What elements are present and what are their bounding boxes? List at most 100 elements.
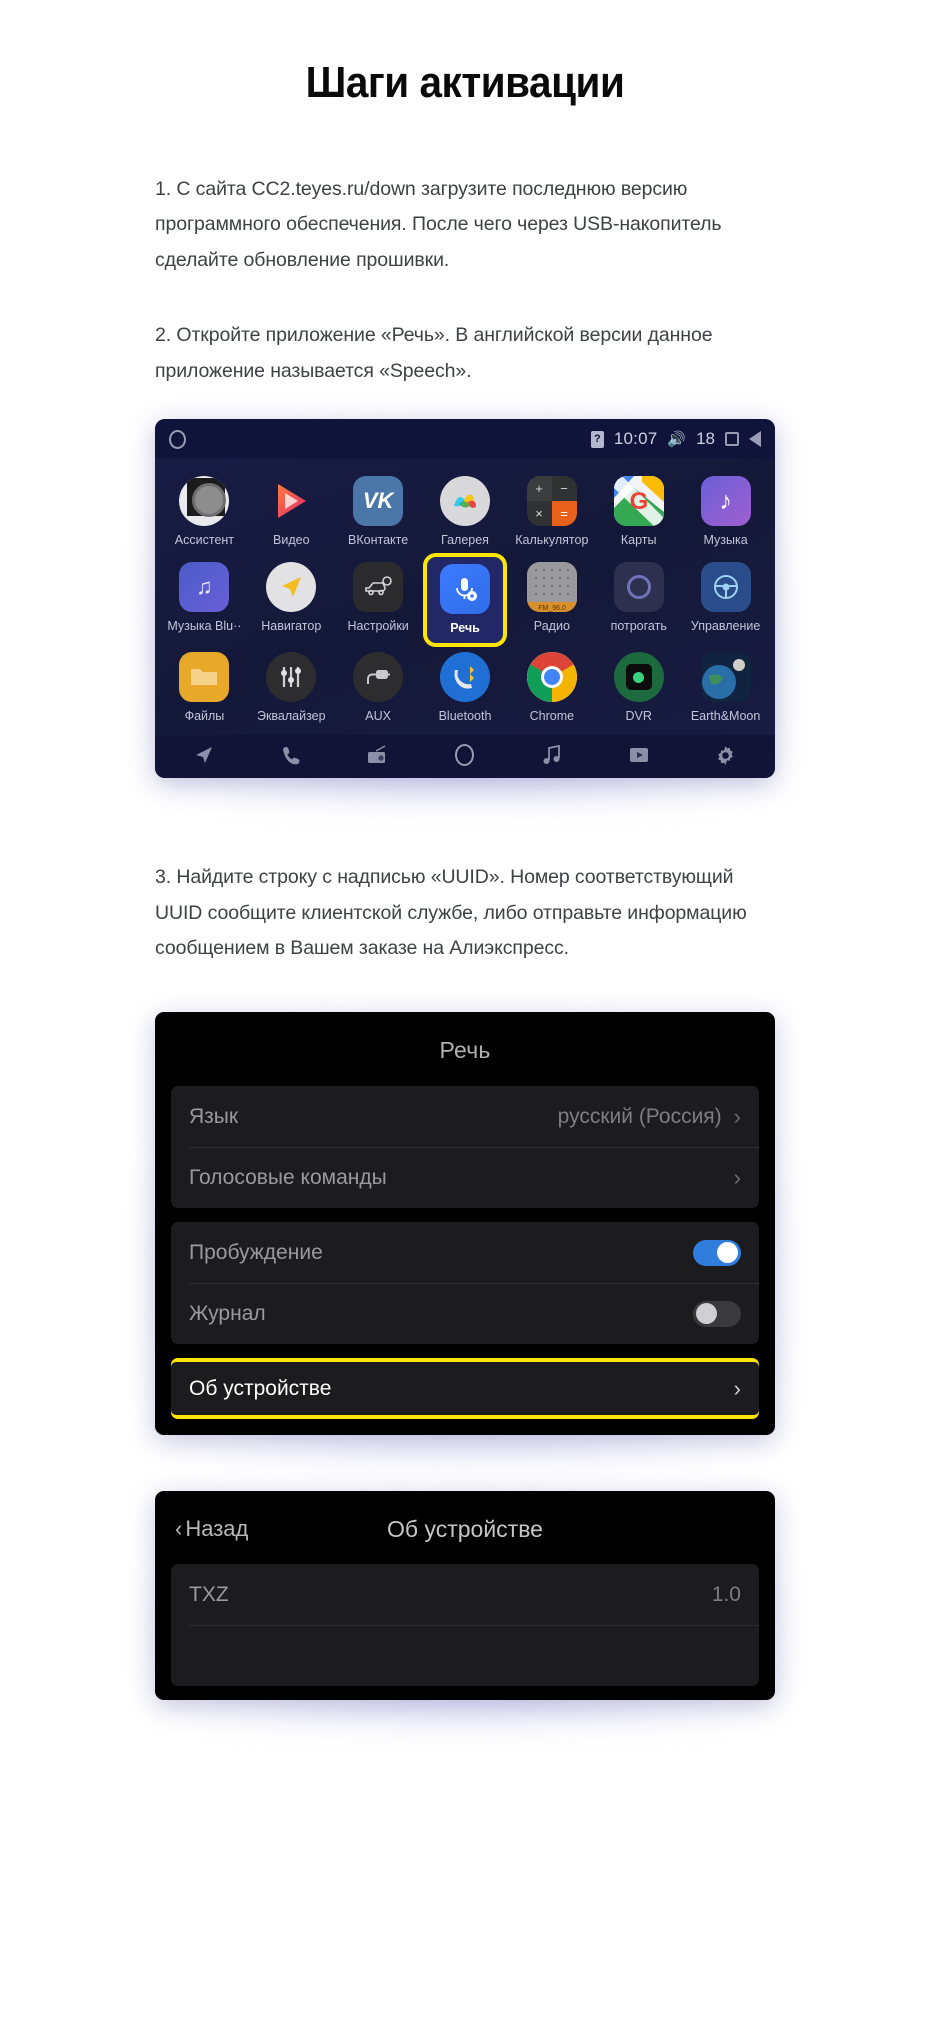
about-group: TXZ 1.0 [171,1564,759,1687]
chevron-right-icon: › [733,1103,741,1129]
row-label: Об устройстве [189,1376,332,1400]
app-label: Earth&Moon [690,709,761,724]
app-item-speech[interactable]: Речь [422,553,508,648]
app-label: Управление [690,619,761,634]
google-maps-icon: G [613,476,664,527]
settings-row-voice-commands[interactable]: Голосовые команды › [171,1147,759,1208]
music-note-icon[interactable] [508,744,595,766]
app-label: Bluetooth [438,709,492,724]
app-label: Файлы [184,709,225,724]
calculator-icon: + − × = [526,476,577,527]
app-label: Chrome [529,709,575,724]
microphone-settings-icon [439,564,490,615]
app-item-assistant[interactable]: Ассистент [161,469,248,555]
app-item-gallery[interactable]: Галерея [422,469,509,555]
app-label: Видео [273,533,310,548]
svg-text:=: = [560,506,568,521]
app-item-control[interactable]: Управление [682,555,769,645]
back-button[interactable]: ‹ Назад [175,1516,248,1542]
app-label: Навигатор [261,619,322,634]
volume-icon[interactable]: 🔊 [667,430,686,448]
status-time: 10:07 [613,429,658,449]
app-item-earth-moon[interactable]: Earth&Moon [682,645,769,731]
settings-row-wakeup[interactable]: Пробуждение [171,1222,759,1283]
app-item-video[interactable]: Видео [248,469,335,555]
app-label: Галерея [441,533,489,548]
app-item-calculator[interactable]: + − × = Калькулятор [508,469,595,555]
equalizer-icon [266,652,317,703]
triangle-back-icon[interactable] [749,431,761,448]
app-item-dvr[interactable]: DVR [595,645,682,731]
car-settings-icon [353,562,404,613]
app-item-radio[interactable]: FM_96.0 Радио [508,555,595,645]
about-device-screen: ‹ Назад Об устройстве TXZ 1.0 [155,1491,775,1701]
back-label: Назад [185,1516,249,1542]
home-circle-icon[interactable] [422,744,509,767]
app-label: DVR [625,709,652,724]
about-row-next [171,1625,759,1686]
settings-row-about-device[interactable]: Об устройстве › [171,1358,759,1420]
dock-bar [155,735,775,779]
bluetooth-music-icon: ♫ [179,562,230,613]
circle-icon[interactable] [169,429,186,449]
app-item-aux[interactable]: AUX [335,645,422,731]
step-3-text: 3. Найдите строку с надписью «UUID». Ном… [155,866,747,959]
app-label: Эквалайзер [256,709,326,724]
radio-icon[interactable] [335,744,422,766]
settings-group-about: Об устройстве › [171,1358,759,1420]
app-label: Музыка [703,533,748,548]
app-label: Речь [450,621,480,636]
page-title: Шаги активации [305,58,625,107]
app-label: Музыка Blu·· [167,619,242,634]
app-item-equalizer[interactable]: Эквалайзер [248,645,335,731]
row-label: Журнал [189,1301,266,1325]
dvr-camera-icon [613,652,664,703]
app-item-vk[interactable]: VK ВКонтакте [335,469,422,555]
settings-row-language[interactable]: Язык русский (Россия) › [171,1086,759,1147]
app-item-bluetooth[interactable]: Bluetooth [422,645,509,731]
app-item-bluetooth-music[interactable]: ♫ Музыка Blu·· [161,555,248,645]
journal-toggle[interactable] [693,1300,741,1327]
status-bar: ? 10:07 🔊 18 [155,419,775,460]
step-1-text: 1. С сайта CC2.teyes.ru/down загрузите п… [155,177,722,271]
settings-row-journal[interactable]: Журнал [171,1283,759,1344]
svg-text:−: − [560,481,568,496]
app-item-navigator[interactable]: Навигатор [248,555,335,645]
phone-icon[interactable] [248,744,335,766]
app-label: Радио [533,619,570,634]
navigation-arrow-icon[interactable] [161,744,248,766]
video-icon[interactable] [595,744,682,766]
earth-moon-icon [700,652,751,703]
settings-group-language: Язык русский (Россия) › Голосовые команд… [171,1086,759,1209]
folder-icon [179,652,230,703]
gear-icon[interactable] [682,744,769,766]
app-label: ВКонтакте [348,533,409,548]
app-label: потрогать [610,619,667,634]
square-icon[interactable] [725,432,739,447]
drag-handle-icon [187,478,227,518]
wakeup-toggle[interactable] [693,1239,741,1266]
speech-settings-screenshot: Речь Язык русский (Россия) › Голосовые к… [139,1012,791,1462]
app-item-settings[interactable]: Настройки [335,555,422,645]
svg-text:FM_96.0: FM_96.0 [538,605,566,612]
launcher-screenshot: ? 10:07 🔊 18 Ассистент Видео VK ВКонтакт… [139,419,791,805]
about-title-bar: ‹ Назад Об устройстве [155,1491,775,1564]
video-player-icon [266,476,316,526]
app-item-chrome[interactable]: Chrome [508,645,595,731]
app-label: Калькулятор [515,533,589,548]
about-device-screenshot: ‹ Назад Об устройстве TXZ 1.0 [139,1491,791,1727]
app-item-music[interactable]: ♪ Музыка [682,469,769,555]
app-grid: Ассистент Видео VK ВКонтакте Галерея + −… [155,459,775,735]
volume-level: 18 [696,429,715,449]
navigator-icon [266,562,317,613]
app-item-files[interactable]: Файлы [161,645,248,731]
about-row-txz: TXZ 1.0 [171,1564,759,1625]
app-item-touch[interactable]: потрогать [595,555,682,645]
app-item-maps[interactable]: G Карты [595,469,682,555]
music-icon: ♪ [700,476,751,527]
aux-plug-icon [353,652,404,703]
bluetooth-phone-icon [439,652,490,703]
settings-title: Речь [439,1037,491,1064]
radio-icon: FM_96.0 [526,562,577,613]
app-label: Настройки [347,619,409,634]
